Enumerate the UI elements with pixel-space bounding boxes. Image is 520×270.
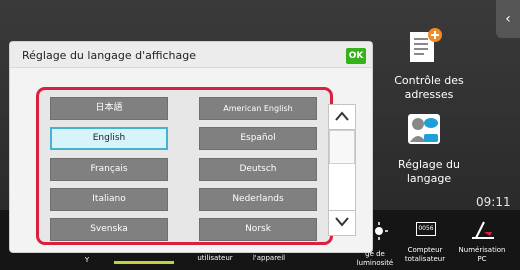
language-option-dutch[interactable]: Nederlands — [199, 188, 317, 211]
counter-icon[interactable]: 0056 — [416, 222, 436, 236]
scroll-down-button[interactable] — [328, 210, 356, 236]
address-check-label[interactable]: Contrôle des adresses — [388, 74, 470, 102]
device-label[interactable]: l'appareil — [244, 254, 294, 263]
language-setting-icon[interactable] — [404, 108, 444, 148]
language-option-norwegian[interactable]: Norsk — [199, 218, 317, 241]
language-option-japanese[interactable]: 日本語 — [50, 97, 168, 120]
scroll-thumb[interactable] — [329, 130, 355, 164]
scroll-up-button[interactable] — [328, 104, 356, 130]
scroll-track[interactable] — [328, 130, 356, 210]
address-check-icon[interactable] — [404, 26, 444, 66]
clock: 09:11 — [476, 195, 511, 209]
language-setting-label[interactable]: Réglage du langage — [388, 158, 470, 186]
chevron-down-icon — [335, 217, 349, 227]
scan-to-pc-icon[interactable] — [470, 218, 496, 240]
brightness-label[interactable]: ge de luminosité — [346, 250, 404, 268]
scan-subtitle[interactable]: PC — [452, 255, 512, 264]
counter-subtitle[interactable]: totalisateur — [400, 255, 450, 264]
language-list-frame: 日本語 American English English Español Fra… — [36, 87, 333, 245]
ok-button[interactable]: OK — [346, 48, 366, 64]
chevron-up-icon — [335, 111, 349, 121]
language-dialog: Réglage du langage d'affichage OK 日本語 Am… — [10, 42, 372, 252]
dialog-header: Réglage du langage d'affichage OK — [10, 42, 372, 68]
language-option-english[interactable]: English — [50, 127, 168, 150]
progress-line — [114, 261, 174, 264]
scan-title[interactable]: Numérisation — [452, 246, 512, 255]
user-label[interactable]: utilisateur — [190, 254, 240, 263]
language-option-spanish[interactable]: Español — [199, 127, 317, 150]
dialog-title: Réglage du langage d'affichage — [22, 49, 197, 62]
language-option-french[interactable]: Français — [50, 158, 168, 181]
bottom-letter: Y — [84, 256, 90, 264]
language-option-swedish[interactable]: Svenska — [50, 218, 168, 241]
language-option-german[interactable]: Deutsch — [199, 158, 317, 181]
back-tab-button[interactable]: ‹ — [496, 0, 520, 38]
counter-title[interactable]: Compteur — [400, 246, 450, 255]
language-option-italian[interactable]: Italiano — [50, 188, 168, 211]
language-option-american-english[interactable]: American English — [199, 97, 317, 120]
brightness-icon[interactable] — [370, 222, 388, 240]
